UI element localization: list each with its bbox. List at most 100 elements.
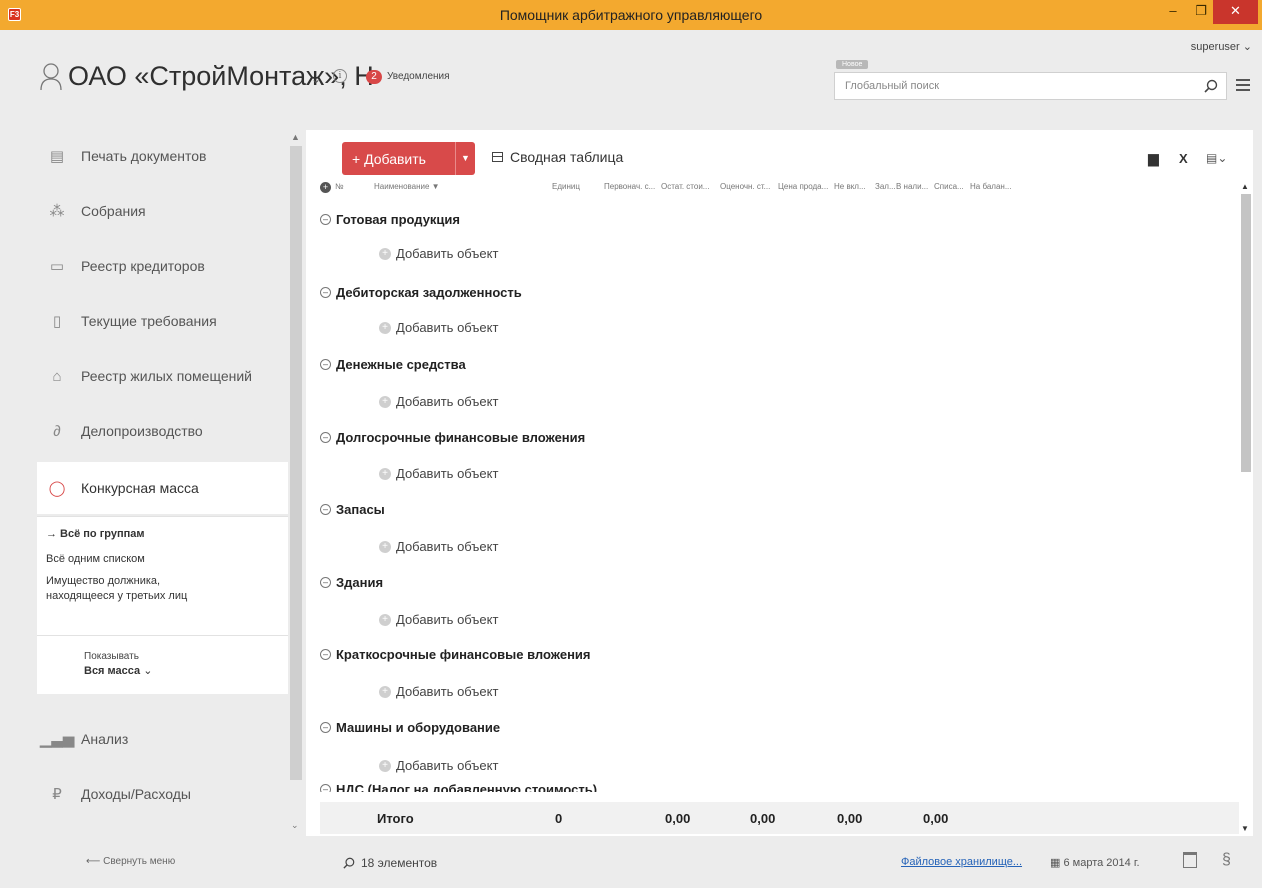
plus-icon: + bbox=[379, 540, 391, 553]
pivot-table-label: Сводная таблица bbox=[510, 149, 624, 165]
calendar-icon[interactable] bbox=[1183, 852, 1197, 868]
collapse-icon[interactable]: – bbox=[320, 432, 331, 443]
notifications-link[interactable]: Уведомления bbox=[387, 71, 450, 82]
user-menu[interactable]: superuser ⌄ bbox=[1191, 40, 1252, 53]
column-available[interactable]: В нали... bbox=[896, 182, 928, 191]
column-pledged[interactable]: Зал... bbox=[875, 182, 896, 191]
show-filter-dropdown[interactable]: Вся масса ⌄ bbox=[84, 664, 152, 677]
sidebar-item-print-documents[interactable]: ▤ Печать документов bbox=[37, 130, 288, 182]
info-icon[interactable]: i bbox=[333, 69, 347, 83]
sidebar-item-label: Печать документов bbox=[81, 148, 207, 164]
add-object-link[interactable]: + Добавить объект bbox=[379, 758, 498, 773]
column-written-off[interactable]: Списа... bbox=[934, 182, 964, 191]
scroll-down-icon[interactable]: ▼ bbox=[1241, 824, 1249, 833]
group-header[interactable]: – Запасы bbox=[320, 502, 385, 517]
print-icon[interactable]: ▆ bbox=[1148, 150, 1159, 167]
subnav-all-one-list[interactable]: Всё одним списком bbox=[46, 552, 145, 567]
plus-icon: + bbox=[379, 247, 391, 260]
column-residual-cost[interactable]: Остат. стои... bbox=[661, 182, 709, 191]
close-button[interactable]: ✕ bbox=[1213, 0, 1258, 24]
main-panel: + Добавить ▼ Сводная таблица ▆ X ▤⌄ + № … bbox=[306, 130, 1253, 836]
pivot-table-button[interactable]: Сводная таблица bbox=[492, 149, 623, 165]
sidebar-item-income-expenses[interactable]: ₽ Доходы/Расходы bbox=[37, 768, 288, 820]
subnav-all-by-groups[interactable]: → Всё по группам bbox=[46, 527, 145, 542]
add-object-label: Добавить объект bbox=[396, 466, 499, 481]
footer-date[interactable]: ▦ 6 марта 2014 г. bbox=[1050, 856, 1140, 869]
add-object-link[interactable]: + Добавить объект bbox=[379, 539, 498, 554]
column-not-included[interactable]: Не вкл... bbox=[834, 182, 866, 191]
global-search-input[interactable] bbox=[835, 73, 1185, 99]
collapse-icon[interactable]: – bbox=[320, 504, 331, 515]
add-object-link[interactable]: + Добавить объект bbox=[379, 320, 498, 335]
column-initial-cost[interactable]: Первонач. с... bbox=[604, 182, 655, 191]
chevron-down-icon: ⌄ bbox=[1242, 41, 1252, 53]
collapse-icon[interactable]: – bbox=[320, 784, 331, 792]
add-object-link[interactable]: + Добавить объект bbox=[379, 612, 498, 627]
notifications-badge[interactable]: 2 bbox=[366, 70, 382, 84]
main-scrollbar[interactable]: ▲ ▼ bbox=[1239, 182, 1253, 836]
sidebar-scroll-thumb[interactable] bbox=[290, 146, 302, 780]
scroll-down-icon[interactable]: ⌄ bbox=[291, 820, 299, 831]
column-sale-price[interactable]: Цена прода... bbox=[778, 182, 828, 191]
collapse-icon[interactable]: – bbox=[320, 649, 331, 660]
sidebar-scrollbar[interactable]: ▲ ⌄ bbox=[288, 130, 304, 836]
sidebar-item-label: Конкурсная масса bbox=[81, 480, 199, 496]
collapse-icon[interactable]: – bbox=[320, 359, 331, 370]
totals-initial-cost: 0,00 bbox=[665, 811, 691, 826]
scroll-up-icon[interactable]: ▲ bbox=[1241, 182, 1249, 191]
group-header[interactable]: – Денежные средства bbox=[320, 357, 466, 372]
footer-count[interactable]: 18 элементов bbox=[343, 856, 437, 870]
subnav-panel: → Всё по группам Всё одним списком Имуще… bbox=[37, 516, 288, 694]
scroll-up-icon[interactable]: ▲ bbox=[291, 132, 300, 142]
add-object-link[interactable]: + Добавить объект bbox=[379, 394, 498, 409]
sidebar-item-analysis[interactable]: ▁▃▅ Анализ bbox=[37, 713, 288, 765]
hamburger-menu-icon[interactable] bbox=[1236, 79, 1250, 91]
group-header[interactable]: – Краткосрочные финансовые вложения bbox=[320, 647, 591, 662]
expand-all-icon[interactable]: + bbox=[320, 182, 331, 193]
sidebar-item-meetings[interactable]: ⁂ Собрания bbox=[37, 185, 288, 237]
add-object-link[interactable]: + Добавить объект bbox=[379, 466, 498, 481]
group-header[interactable]: – НДС (Налог на добавленную стоимость) bbox=[320, 782, 597, 792]
collapse-icon[interactable]: – bbox=[320, 287, 331, 298]
file-storage-link[interactable]: Файловое хранилище... bbox=[901, 856, 1022, 868]
column-number[interactable]: № bbox=[335, 182, 344, 191]
subnav-third-party-property[interactable]: Имущество должника, находящееся у третьи… bbox=[46, 574, 226, 604]
sidebar-item-label: Доходы/Расходы bbox=[81, 786, 191, 802]
sidebar-item-creditors-registry[interactable]: ▭ Реестр кредиторов bbox=[37, 240, 288, 292]
column-units[interactable]: Единиц bbox=[552, 182, 580, 191]
maximize-button[interactable]: ❐ bbox=[1186, 0, 1216, 24]
company-title[interactable]: ОАО «СтройМонтаж», Н bbox=[68, 61, 374, 92]
group-header[interactable]: – Долгосрочные финансовые вложения bbox=[320, 430, 585, 445]
excel-export-icon[interactable]: X bbox=[1179, 151, 1188, 166]
collapse-icon[interactable]: – bbox=[320, 722, 331, 733]
add-object-link[interactable]: + Добавить объект bbox=[379, 684, 498, 699]
collapse-menu-button[interactable]: ⟵ Свернуть меню bbox=[86, 856, 175, 867]
chevron-down-icon[interactable]: ▼ bbox=[455, 142, 475, 175]
sidebar-item-label: Делопроизводство bbox=[81, 423, 203, 439]
group-header[interactable]: – Дебиторская задолженность bbox=[320, 285, 522, 300]
sidebar-item-current-requirements[interactable]: ▯ Текущие требования bbox=[37, 295, 288, 347]
group-header[interactable]: – Машины и оборудование bbox=[320, 720, 500, 735]
group-header[interactable]: – Готовая продукция bbox=[320, 212, 460, 227]
search-icon[interactable] bbox=[1204, 79, 1218, 93]
add-object-link[interactable]: + Добавить объект bbox=[379, 246, 498, 261]
group-header[interactable]: – Здания bbox=[320, 575, 383, 590]
chevron-down-icon: ⌄ bbox=[143, 665, 153, 677]
settings-dropdown-icon[interactable]: ▤⌄ bbox=[1206, 151, 1227, 165]
minimize-button[interactable]: – bbox=[1158, 0, 1188, 24]
column-estimated-cost[interactable]: Оценочн. ст... bbox=[720, 182, 770, 191]
sidebar-item-records-management[interactable]: ∂ Делопроизводство bbox=[37, 405, 288, 457]
collapse-icon[interactable]: – bbox=[320, 577, 331, 588]
add-object-label: Добавить объект bbox=[396, 539, 499, 554]
collapse-icon[interactable]: – bbox=[320, 214, 331, 225]
plus-icon: + bbox=[379, 613, 391, 626]
column-name[interactable]: Наименование ▼ bbox=[374, 182, 440, 191]
sidebar-item-bankruptcy-estate[interactable]: ◯ Конкурсная масса bbox=[37, 462, 288, 514]
sidebar-item-housing-registry[interactable]: ⌂ Реестр жилых помещений bbox=[37, 350, 288, 402]
chevron-down-icon[interactable]: ⌄ bbox=[311, 72, 321, 86]
column-on-balance[interactable]: На балан... bbox=[970, 182, 1012, 191]
section-icon[interactable]: § bbox=[1222, 851, 1231, 869]
add-button[interactable]: + Добавить ▼ bbox=[342, 142, 475, 175]
main-scroll-thumb[interactable] bbox=[1241, 194, 1251, 472]
group-title: Здания bbox=[336, 575, 384, 590]
